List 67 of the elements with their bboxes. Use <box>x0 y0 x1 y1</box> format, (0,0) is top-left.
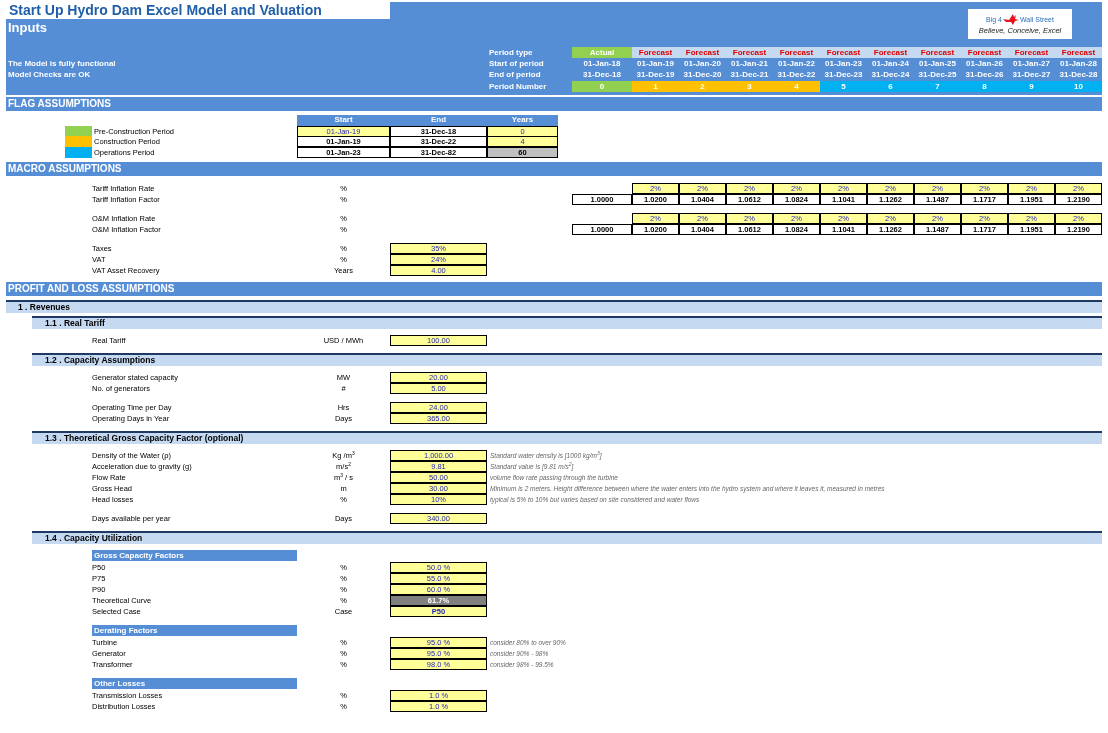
section-header: FLAG ASSUMPTIONS <box>6 97 1102 111</box>
workbook-title: Start Up Hydro Dam Excel Model and Valuation <box>6 2 390 19</box>
group-header: Derating Factors <box>92 625 297 636</box>
period-end: 31-Dec-20 <box>682 69 723 80</box>
subsection-header: 1.3 . Theoretical Gross Capacity Factor (optional) <box>32 431 1102 444</box>
period-start: 01-Jan-26 <box>965 58 1004 69</box>
period-type-cell: Forecast <box>914 47 961 58</box>
period-start: 01-Jan-25 <box>918 58 957 69</box>
period-end: 31-Dec-28 <box>1058 69 1099 80</box>
row-label: Period Number <box>489 81 548 92</box>
period-start: 01-Jan-21 <box>730 58 769 69</box>
period-end: 31-Dec-24 <box>870 69 911 80</box>
period-number-cell: 5 <box>820 81 867 92</box>
row-label: Period type <box>489 47 534 58</box>
period-type-cell: Actual <box>572 47 632 58</box>
bird-icon <box>1003 13 1019 26</box>
period-number-cell: 0 <box>572 81 632 92</box>
period-number-cell: 8 <box>961 81 1008 92</box>
period-type-cell: Forecast <box>1055 47 1102 58</box>
period-type-cell: Forecast <box>961 47 1008 58</box>
period-type-cell: Forecast <box>773 47 820 58</box>
period-number-cell: 6 <box>867 81 914 92</box>
period-type-cell: Forecast <box>1008 47 1055 58</box>
period-type-cell: Forecast <box>679 47 726 58</box>
period-number-cell: 10 <box>1055 81 1102 92</box>
sheet-title: Inputs <box>7 19 48 37</box>
period-number-cell: 1 <box>632 81 679 92</box>
section-header: 1 . Revenues <box>6 300 1102 313</box>
period-start: 01-Jan-28 <box>1059 58 1098 69</box>
period-start: 01-Jan-19 <box>636 58 675 69</box>
status-text: Model Checks are OK <box>7 69 92 80</box>
period-type-cell: Forecast <box>632 47 679 58</box>
period-type-cell: Forecast <box>867 47 914 58</box>
period-type-cell: Forecast <box>726 47 773 58</box>
period-end: 31-Dec-27 <box>1011 69 1052 80</box>
subsection-header: 1.4 . Capacity Utilization <box>32 531 1102 544</box>
row-label: End of period <box>489 69 542 80</box>
period-number-cell: 4 <box>773 81 820 92</box>
section-header: MACRO ASSUMPTIONS <box>6 162 1102 176</box>
period-start: 01-Jan-23 <box>824 58 863 69</box>
period-number-cell: 2 <box>679 81 726 92</box>
period-start: 01-Jan-27 <box>1012 58 1051 69</box>
period-end: 31-Dec-23 <box>823 69 864 80</box>
group-header: Gross Capacity Factors <box>92 550 297 561</box>
section-header: PROFIT AND LOSS ASSUMPTIONS <box>6 282 1102 296</box>
period-end: 31-Dec-22 <box>776 69 817 80</box>
period-start: 01-Jan-20 <box>683 58 722 69</box>
status-text: The Model is fully functional <box>7 58 117 69</box>
period-type-cell: Forecast <box>820 47 867 58</box>
period-start: 01-Jan-24 <box>871 58 910 69</box>
period-end: 31-Dec-18 <box>582 69 622 80</box>
period-end: 31-Dec-26 <box>964 69 1005 80</box>
period-number-cell: 9 <box>1008 81 1055 92</box>
period-end: 31-Dec-19 <box>635 69 676 80</box>
column-header: Years <box>487 115 558 126</box>
period-number-cell: 3 <box>726 81 773 92</box>
period-end: 31-Dec-21 <box>729 69 770 80</box>
period-start: 01-Jan-22 <box>777 58 816 69</box>
period-start: 01-Jan-18 <box>582 58 622 69</box>
period-number-cell: 7 <box>914 81 961 92</box>
subsection-header: 1.2 . Capacity Assumptions <box>32 353 1102 366</box>
column-header: End <box>390 115 487 126</box>
row-label: Start of period <box>489 58 545 69</box>
subsection-header: 1.1 . Real Tariff <box>32 316 1102 329</box>
group-header: Other Losses <box>92 678 297 689</box>
column-header: Start <box>297 115 390 126</box>
period-end: 31-Dec-25 <box>917 69 958 80</box>
